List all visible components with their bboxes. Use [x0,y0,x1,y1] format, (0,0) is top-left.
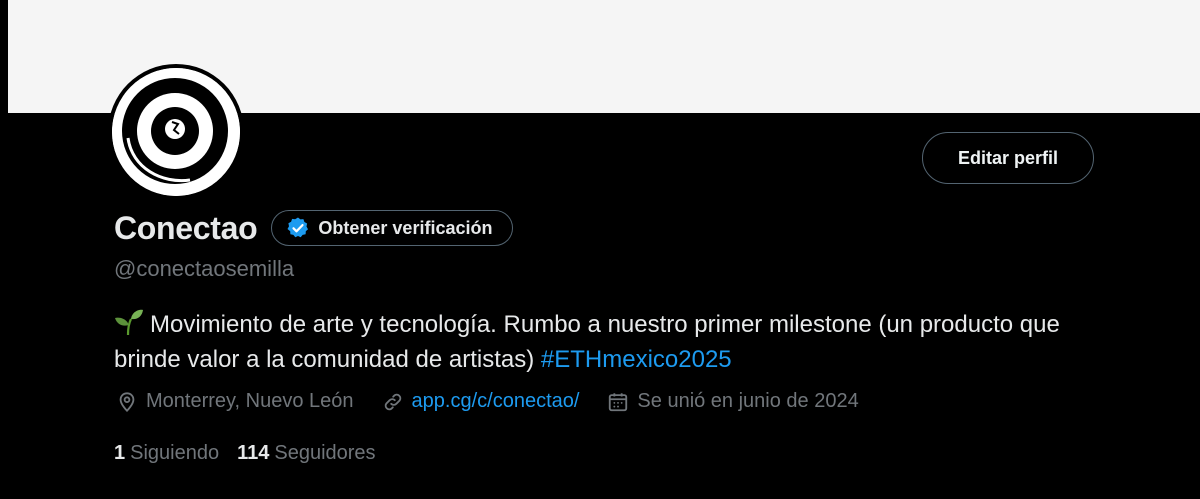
following-link[interactable]: 1 Siguiendo [114,442,219,465]
joined-date: Se unió en junio de 2024 [637,390,859,412]
followers-link[interactable]: 114 Seguidores [237,442,375,465]
verified-badge-icon [286,216,310,240]
bio-hashtag-link[interactable]: #ETHmexico2025 [541,346,732,373]
calendar-icon [609,392,628,411]
website-item[interactable]: app.cg/c/conectao/ [382,390,580,413]
get-verified-label: Obtener verificación [318,217,493,238]
followers-count: 114 [237,442,270,464]
location-text: Monterrey, Nuevo León [146,390,354,412]
followers-label: Seguidores [274,442,376,464]
following-count: 1 [114,442,126,464]
window-left-edge [0,0,8,499]
display-name: Conectao [114,209,258,246]
following-label: Siguiendo [130,442,220,464]
name-row: Conectao Obtener verificación [114,206,514,250]
avatar[interactable] [108,64,244,200]
username-handle: @conectaosemilla [114,256,295,281]
profile-bio: Movimiento de arte y tecnología. Rumbo a… [114,307,1074,377]
edit-profile-button[interactable]: Editar perfil [922,132,1094,184]
link-icon [384,393,401,410]
location-pin-icon [119,391,135,412]
avatar-image [112,68,240,196]
joined-item: Se unió en junio de 2024 [607,390,859,413]
website-link[interactable]: app.cg/c/conectao/ [412,390,580,413]
eye-logo-icon [112,68,240,196]
get-verified-button[interactable]: Obtener verificación [271,210,514,246]
follow-stats: 1 Siguiendo 114 Seguidores [114,442,394,465]
profile-meta: Monterrey, Nuevo León app.cg/c/conectao/… [116,390,887,413]
seedling-icon [114,307,144,337]
location-item: Monterrey, Nuevo León [116,390,354,413]
